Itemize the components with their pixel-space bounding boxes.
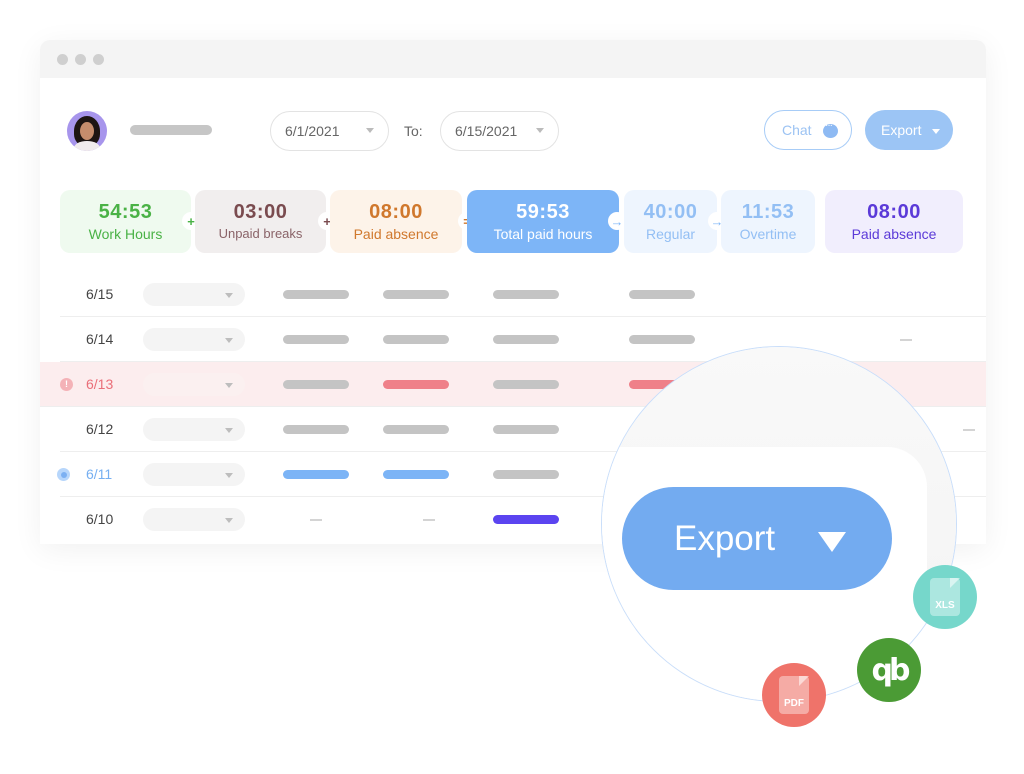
date-from-select[interactable]: 6/1/2021 [270, 111, 389, 151]
placeholder-bar [283, 425, 349, 434]
placeholder-bar [493, 470, 559, 479]
placeholder-bar [383, 335, 449, 344]
paid-absence-label: Paid absence [353, 225, 439, 242]
unpaid-breaks-card: 03:00 Unpaid breaks [195, 190, 326, 253]
date-to-select[interactable]: 6/15/2021 [440, 111, 559, 151]
total-paid-hours-card: 59:53 Total paid hours [467, 190, 619, 253]
export-button-label: Export [881, 122, 922, 138]
paid-absence-value: 08:00 [369, 200, 423, 223]
export-button[interactable]: Export [865, 110, 953, 150]
overtime-value: 11:53 [741, 200, 795, 223]
placeholder-bar [493, 290, 559, 299]
work-hours-label: Work Hours [88, 225, 163, 242]
row-date: 6/13 [86, 376, 114, 392]
export-button-zoomed-label: Export [674, 518, 776, 558]
regular-label: Regular [645, 225, 696, 242]
empty-dash [423, 519, 435, 521]
avatar[interactable] [67, 111, 107, 151]
date-to-value: 6/15/2021 [455, 123, 518, 139]
row-type-select[interactable] [143, 463, 245, 486]
table-row[interactable]: 6/15 [60, 272, 986, 317]
row-type-select[interactable] [143, 373, 245, 396]
placeholder-bar [493, 335, 559, 344]
row-type-select[interactable] [143, 283, 245, 306]
pdf-file-icon: PDF [779, 676, 809, 714]
export-button-zoomed[interactable]: Export [622, 487, 892, 590]
quickbooks-icon: qb [871, 652, 911, 688]
chat-button-label: Chat [782, 122, 812, 138]
work-hours-card: 54:53 Work Hours [60, 190, 191, 253]
caret-down-icon [818, 532, 846, 552]
chevron-down-icon [225, 428, 233, 433]
window-close-button[interactable] [57, 54, 68, 65]
overtime-card: 11:53 Overtime [721, 190, 815, 253]
placeholder-bar [383, 425, 449, 434]
placeholder-bar-info [383, 470, 449, 479]
empty-dash [310, 519, 322, 521]
unpaid-breaks-label: Unpaid breaks [218, 225, 303, 241]
paid-absence-summary-label: Paid absence [851, 225, 937, 242]
paid-absence-summary-card: 08:00 Paid absence [825, 190, 963, 253]
placeholder-bar-highlight [493, 515, 559, 524]
row-date: 6/14 [86, 331, 114, 347]
title-bar [40, 40, 986, 78]
row-type-select[interactable] [143, 328, 245, 351]
placeholder-bar [629, 290, 695, 299]
window-minimize-button[interactable] [75, 54, 86, 65]
chevron-down-icon [225, 383, 233, 388]
chevron-down-icon [536, 128, 544, 133]
row-type-select[interactable] [143, 418, 245, 441]
user-name-placeholder [130, 125, 212, 135]
placeholder-bar-info [283, 470, 349, 479]
unpaid-breaks-value: 03:00 [233, 200, 288, 223]
regular-card: 40:00 Regular [624, 190, 717, 253]
avatar-face [80, 122, 94, 140]
chevron-down-icon [225, 473, 233, 478]
empty-dash [900, 339, 912, 341]
chat-button[interactable]: Chat [764, 110, 852, 150]
overtime-label: Overtime [739, 225, 797, 242]
window-maximize-button[interactable] [93, 54, 104, 65]
row-date: 6/10 [86, 511, 114, 527]
info-icon [57, 468, 70, 481]
empty-dash [963, 429, 975, 431]
placeholder-bar-alert [383, 380, 449, 389]
placeholder-bar [493, 425, 559, 434]
export-pdf-button[interactable]: PDF [762, 663, 826, 727]
placeholder-bar [493, 380, 559, 389]
xls-file-icon: XLS [930, 578, 960, 616]
row-type-select[interactable] [143, 508, 245, 531]
to-label: To: [404, 123, 423, 139]
total-paid-hours-label: Total paid hours [493, 225, 593, 242]
caret-down-icon [932, 129, 940, 134]
alert-icon: ! [60, 378, 73, 391]
chevron-down-icon [225, 338, 233, 343]
chat-bubble-icon [823, 120, 838, 138]
work-hours-value: 54:53 [98, 200, 153, 223]
placeholder-bar [383, 290, 449, 299]
total-paid-hours-value: 59:53 [516, 200, 570, 223]
row-date: 6/15 [86, 286, 114, 302]
avatar-shirt [74, 141, 100, 151]
placeholder-bar [629, 335, 695, 344]
export-xls-button[interactable]: XLS [913, 565, 977, 629]
regular-value: 40:00 [643, 200, 698, 223]
date-from-value: 6/1/2021 [285, 123, 340, 139]
row-date: 6/11 [86, 466, 113, 482]
chevron-down-icon [366, 128, 374, 133]
paid-absence-card: 08:00 Paid absence [330, 190, 462, 253]
chevron-down-icon [225, 293, 233, 298]
export-quickbooks-button[interactable]: qb [857, 638, 921, 702]
placeholder-bar [283, 290, 349, 299]
placeholder-bar [283, 335, 349, 344]
row-date: 6/12 [86, 421, 114, 437]
placeholder-bar [283, 380, 349, 389]
paid-absence-summary-value: 08:00 [867, 200, 921, 223]
chevron-down-icon [225, 518, 233, 523]
